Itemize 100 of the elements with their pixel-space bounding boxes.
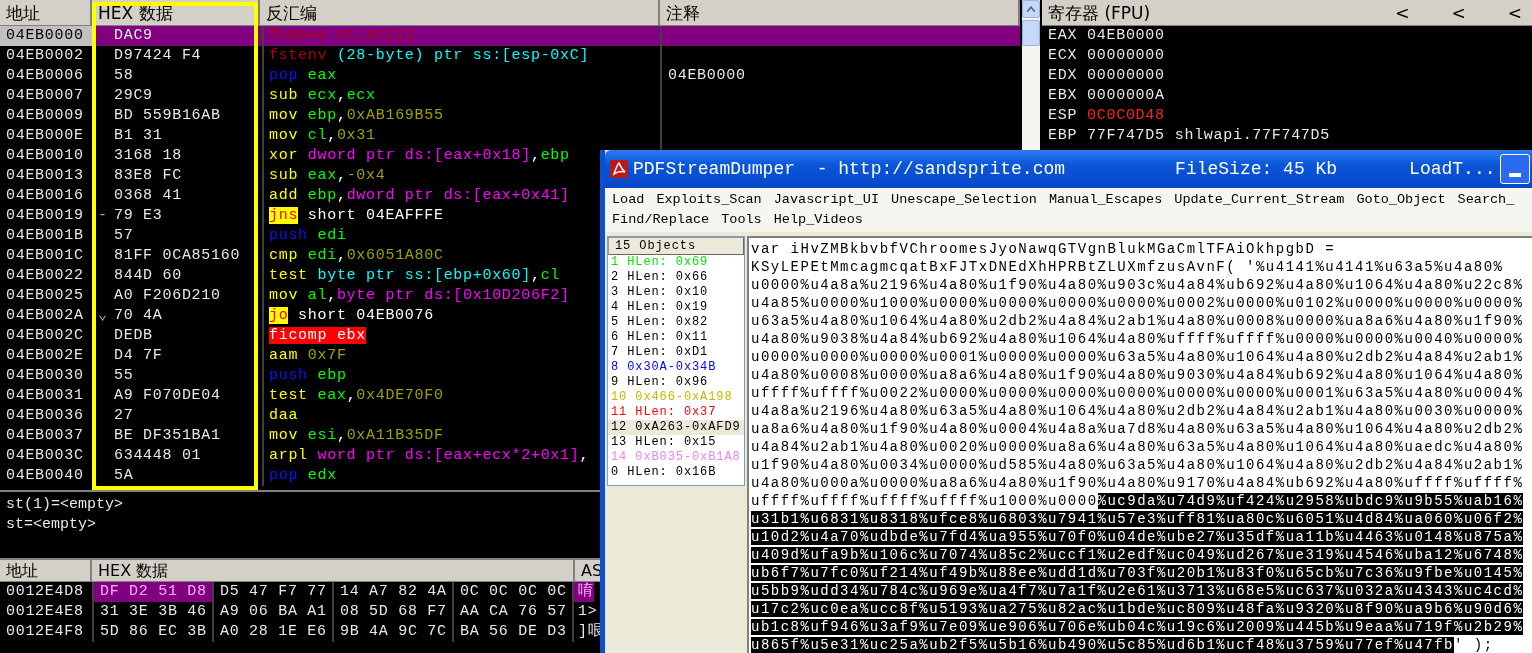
jump-marker: - <box>98 207 108 224</box>
hex-cell: 55 <box>114 366 134 386</box>
disasm-instruction: pop edx <box>269 467 337 484</box>
menu-item[interactable]: Tools <box>721 210 762 230</box>
ascii-cell: 1> <box>572 602 598 622</box>
address-cell-text: 0012E4F8 <box>5 622 85 642</box>
menu-item[interactable]: Javascript_UI <box>773 190 880 210</box>
disasm-instruction: ficomp ebx <box>269 327 366 344</box>
register-value: 04EB0000 <box>1087 26 1165 46</box>
hex-bytes: 08 5D 68 F7 <box>332 602 452 622</box>
address-cell-text: 0012E4D8 <box>5 582 85 602</box>
scrollbar-thumb[interactable] <box>1022 20 1040 46</box>
minimize-icon <box>1509 173 1521 177</box>
disasm-instruction: push ebp <box>269 367 347 384</box>
hex-cell: 634448 01 <box>114 446 202 466</box>
disasm-instruction: mov al,byte ptr ds:[0x10D206F2] <box>269 287 570 304</box>
disasm-instruction: mov cl,0x31 <box>269 127 376 144</box>
menu-item[interactable]: Goto_Object <box>1356 190 1446 210</box>
register-comment: shlwapi.77F747D5 <box>1174 126 1330 146</box>
address-cell-text: 04EB0009 <box>5 106 85 126</box>
hex-cell: D4 7F <box>114 346 163 366</box>
object-item[interactable]: 11 HLen: 0x37 <box>608 405 744 420</box>
object-item[interactable]: 6 HLen: 0x11 <box>608 330 744 345</box>
column-header[interactable]: 地址 <box>0 560 92 581</box>
menu-item[interactable]: Help_Videos <box>773 210 863 230</box>
disasm-instruction: pop eax <box>269 67 337 84</box>
hex-cell: 3168 18 <box>114 146 182 166</box>
hex-bytes: A0 28 1E E6 <box>212 622 332 642</box>
disasm-instruction: push edi <box>269 227 347 244</box>
hex-bytes: 14 A7 82 4A <box>332 582 452 602</box>
info-line: st(1)=<empty> <box>6 495 124 515</box>
ascii-cell: 唷 <box>572 582 594 602</box>
disasm-instruction: test eax,0x4DE70F0 <box>269 387 444 404</box>
hex-cell: 83E8 FC <box>114 166 182 186</box>
register-value: 0000000A <box>1087 86 1165 106</box>
hex-cell: 0368 41 <box>114 186 182 206</box>
menu-item[interactable]: Exploits_Scan <box>656 190 762 210</box>
register-name: ECX <box>1048 46 1078 66</box>
address-cell-text: 04EB0006 <box>5 66 85 86</box>
disasm-instruction: sub ecx,ecx <box>269 87 376 104</box>
scroll-up-button[interactable] <box>1022 0 1040 18</box>
comment-cell: 04EB0000 <box>668 67 746 84</box>
disasm-instruction: cmp edi,0x6051A80C <box>269 247 444 264</box>
script-line: u4a80%u000a%u0000%ua8a6%u4a80%u1f90%u4a80%u9170%u4a84%ub692%u4a80%uffff%uffff% <box>751 474 1525 492</box>
object-item[interactable]: 3 HLen: 0x10 <box>608 285 744 300</box>
script-line: u4a85%u0000%u1000%u0000%u0000%u0000%u0000%u0002%u0000%u0102%u0000%u0000%u0000% <box>751 294 1525 312</box>
disasm-instruction: xor dword ptr ds:[eax+0x18],ebp <box>269 147 570 164</box>
script-line: u1f90%u4a80%u0034%u0000%ud585%u4a80%u63a5%u4a80%u1064%u4a80%u2db2%u4a84%u2ab1% <box>751 456 1525 474</box>
disasm-instruction: aam 0x7F <box>269 347 347 364</box>
address-cell-text: 04EB0013 <box>5 166 85 186</box>
address-cell-text: 04EB0007 <box>5 86 85 106</box>
script-line: uffff%uffff%uffff%uffff%u1000%u0000%uc9da%u74d9%uf424%u2958%ubdc9%u9b55%uab16% <box>751 492 1525 510</box>
menu-item[interactable]: Load <box>612 190 645 210</box>
script-line: KSyLEPEtMmcagmcqatBxFJTxDNEdXhHPRBtZLUXmfzusAvnF( '%u4141%u4141%u63a5%u4a80% <box>751 258 1505 276</box>
hex-cell: B1 31 <box>114 126 163 146</box>
hex-cell: 57 <box>114 226 134 246</box>
window-title: LoadT... <box>1409 157 1496 181</box>
list-header[interactable]: 15 Objects <box>608 237 744 255</box>
object-item[interactable]: 13 HLen: 0x15 <box>608 435 744 450</box>
address-cell-text: 04EB001B <box>5 226 85 246</box>
disasm-instruction: mov ebp,0xAB169B55 <box>269 107 444 124</box>
object-item[interactable]: 2 HLen: 0x66 <box>608 270 744 285</box>
address-cell-text: 04EB0022 <box>5 266 85 286</box>
object-item[interactable]: 7 HLen: 0xD1 <box>608 345 744 360</box>
hex-bytes: 5D 86 EC 3B <box>92 622 212 642</box>
disasm-instruction: jns short 04EAFFFE <box>269 207 444 224</box>
script-line: u4a8a%u2196%u4a80%u63a5%u4a80%u1064%u4a80%u2db2%u4a84%u2ab1%u4a80%u0030%u0000% <box>751 402 1525 420</box>
selected-row[interactable]: 04EB0000 DAC9 fcmove st,st(1) <box>0 26 1020 46</box>
disasm-instruction: test byte ptr ss:[ebp+0x60],cl <box>269 267 561 284</box>
menu-item[interactable]: Find/Replace <box>612 210 710 230</box>
hex-bytes: 9B 4A 9C 7C <box>332 622 452 642</box>
object-item[interactable]: 5 HLen: 0x82 <box>608 315 744 330</box>
address-cell-text: 04EB0002 <box>5 46 85 66</box>
address-cell-text: 04EB001C <box>5 246 85 266</box>
script-text-area[interactable] <box>747 236 1532 653</box>
menu-item[interactable]: Update_Current_Stream <box>1174 190 1345 210</box>
script-line: u0000%u0000%u0000%u0001%u0000%u0000%u63a5%u4a80%u1064%u4a80%u2db2%u4a84%u2ab1% <box>751 348 1525 366</box>
menu-item[interactable]: Search_ <box>1457 190 1515 210</box>
menu-item[interactable]: Unescape_Selection <box>891 190 1037 210</box>
hex-bytes: A9 06 BA A1 <box>212 602 332 622</box>
object-item[interactable]: 0 HLen: 0x16B <box>608 465 744 480</box>
object-item[interactable]: 9 HLen: 0x96 <box>608 375 744 390</box>
hex-bytes: AA CA 76 57 <box>452 602 572 622</box>
address-cell-text: 04EB0010 <box>5 146 85 166</box>
hex-cell: A9 F070DE04 <box>114 386 221 406</box>
hex-bytes: D5 47 F7 77 <box>212 582 332 602</box>
minimize-button[interactable] <box>1500 154 1530 184</box>
disasm-instruction: add ebp,dword ptr ds:[eax+0x41] <box>269 187 570 204</box>
object-item[interactable]: 8 0x30A-0x34B <box>608 360 744 375</box>
hex-cell: 29C9 <box>114 86 153 106</box>
object-item[interactable]: 4 HLen: 0x19 <box>608 300 744 315</box>
jump-marker: ⌄ <box>98 307 108 324</box>
address-cell-text: 04EB0025 <box>5 286 85 306</box>
menu-item[interactable]: Manual_Escapes <box>1048 190 1163 210</box>
address-cell-text: 0012E4E8 <box>5 602 85 622</box>
caret-up-icon <box>1027 6 1035 12</box>
script-line: var iHvZMBkbvbfVChroomesJyoNawqGTVgnBlukMGaCmlTFAiOkhpgbD = <box>751 240 1337 258</box>
object-item[interactable]: 12 0xA263-0xAFD9 <box>608 420 744 435</box>
register-value: 00000000 <box>1087 66 1165 86</box>
address-cell-text: 04EB002A <box>5 306 85 326</box>
